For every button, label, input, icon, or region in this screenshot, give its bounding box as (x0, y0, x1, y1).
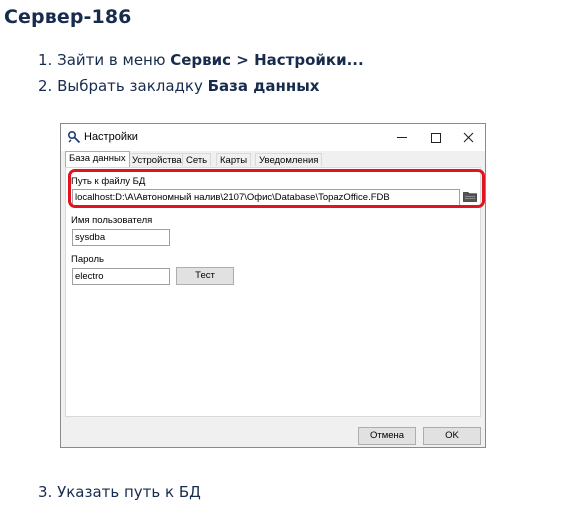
step-3: 3. Указать путь к БД (38, 483, 201, 501)
settings-dialog: Настройки База данных Устройства Сеть Ка… (60, 123, 486, 448)
password-label: Пароль (71, 254, 104, 265)
minimize-button[interactable] (385, 124, 419, 151)
tab-cards[interactable]: Карты (216, 153, 252, 166)
step-2-text: 2. Выбрать закладку (38, 77, 208, 95)
cancel-button[interactable]: Отмена (358, 427, 416, 445)
ok-button[interactable]: OK (423, 427, 481, 445)
step-1-text: 1. Зайти в меню (38, 51, 171, 69)
tab-database[interactable]: База данных (65, 151, 130, 167)
db-path-label: Путь к файлу БД (71, 176, 146, 187)
tab-devices[interactable]: Устройства (128, 153, 186, 166)
app-icon (67, 130, 81, 144)
password-field[interactable]: electro (72, 268, 170, 285)
close-button[interactable] (451, 124, 485, 151)
test-button[interactable]: Тест (176, 267, 234, 285)
username-field[interactable]: sysdba (72, 229, 170, 246)
folder-icon (463, 191, 477, 202)
tab-network[interactable]: Сеть (182, 153, 212, 166)
step-1: 1. Зайти в меню Сервис > Настройки... (38, 51, 364, 69)
window-title: Настройки (84, 131, 138, 143)
tab-notifications[interactable]: Уведомления (255, 153, 323, 166)
step-2: 2. Выбрать закладку База данных (38, 77, 319, 95)
minimize-icon (397, 137, 407, 138)
step-2-tab-name: База данных (207, 77, 320, 95)
username-label: Имя пользователя (71, 215, 153, 226)
page-title: Сервер-186 (4, 6, 132, 28)
title-bar[interactable]: Настройки (61, 124, 485, 151)
db-path-field[interactable]: localhost:D:\A\Автономный налив\2107\Офи… (72, 189, 460, 206)
database-tab-panel: Путь к файлу БД localhost:D:\A\Автономны… (65, 167, 485, 417)
maximize-button[interactable] (419, 124, 453, 151)
step-1-menu-path: Сервис > Настройки... (170, 51, 364, 69)
close-icon (463, 132, 473, 143)
maximize-icon (431, 132, 441, 143)
browse-button[interactable] (461, 189, 479, 203)
